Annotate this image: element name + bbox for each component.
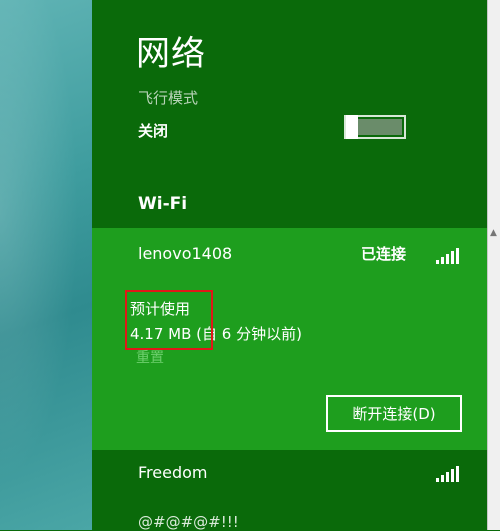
- network-item-selected[interactable]: lenovo1408 已连接 预计使用 4.17 MB (自 6 分钟以前) 重…: [92, 228, 487, 450]
- desktop-background: [0, 0, 92, 530]
- wifi-section-heading: Wi-Fi: [138, 194, 188, 214]
- network-name: lenovo1408: [138, 244, 233, 263]
- network-charm-panel: 网络 飞行模式 关闭 Wi-Fi lenovo1408 已连接 预计使用 4.1…: [92, 0, 487, 531]
- airplane-mode-toggle[interactable]: [344, 115, 406, 139]
- network-name[interactable]: Freedom: [138, 463, 207, 482]
- toggle-knob: [346, 115, 358, 139]
- airplane-mode-state: 关闭: [138, 122, 169, 140]
- wifi-signal-icon: [436, 466, 459, 482]
- toggle-track: [358, 119, 402, 135]
- highlight-annotation-box: [125, 290, 213, 350]
- reset-usage-link[interactable]: 重置: [136, 347, 164, 367]
- scrollbar[interactable]: [487, 0, 500, 530]
- connection-status: 已连接: [361, 245, 407, 263]
- scroll-arrow-icon[interactable]: ▲: [488, 226, 499, 240]
- panel-title: 网络: [136, 34, 206, 74]
- airplane-mode-label: 飞行模式: [138, 89, 199, 107]
- network-name[interactable]: @#@#@#!!!: [138, 513, 239, 531]
- disconnect-button[interactable]: 断开连接(D): [326, 395, 462, 432]
- wifi-signal-icon: [436, 248, 459, 264]
